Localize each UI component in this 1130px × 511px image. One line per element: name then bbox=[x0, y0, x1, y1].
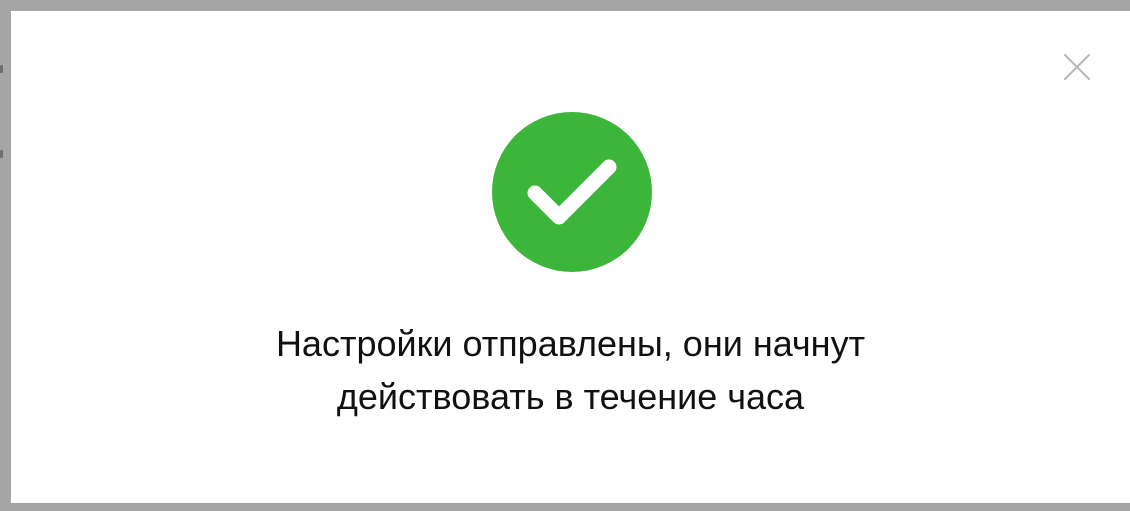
close-button[interactable] bbox=[1062, 52, 1092, 82]
close-icon bbox=[1064, 54, 1090, 80]
confirmation-message-line: действовать в течение часа bbox=[336, 376, 805, 417]
success-check-icon bbox=[492, 112, 652, 272]
confirmation-message-line: Настройки отправлены, они начнут bbox=[275, 323, 866, 364]
background-edge-mark bbox=[0, 150, 3, 158]
background-edge-mark bbox=[0, 65, 3, 73]
confirmation-message: Настройки отправлены, они начнут действо… bbox=[11, 317, 1130, 423]
